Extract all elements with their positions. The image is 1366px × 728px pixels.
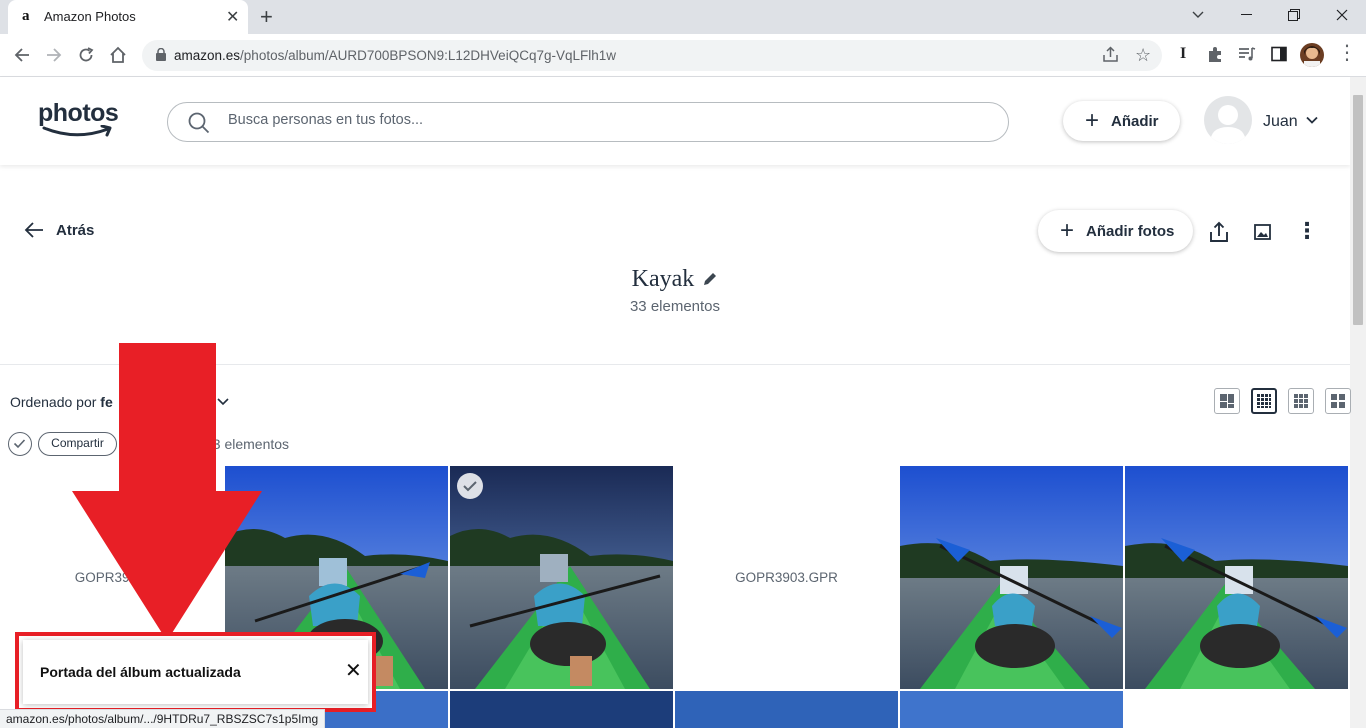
toast-close-icon[interactable]: ✕ [345,661,362,681]
profile-avatar-icon[interactable] [1300,43,1324,67]
home-icon[interactable] [106,43,130,67]
checkmark-icon [13,439,26,449]
photo-tile[interactable] [900,691,1123,728]
add-button[interactable]: + Añadir [1063,101,1180,141]
side-panel-icon[interactable] [1271,46,1287,67]
url-text: amazon.es/photos/album/AURD700BPSON9:L12… [174,48,616,63]
plus-icon: + [1085,107,1100,134]
reload-icon[interactable] [74,43,98,67]
logo-text: photos [38,99,119,127]
browser-toolbar: amazon.es/photos/album/AURD700BPSON9:L12… [0,34,1366,77]
scrollbar-thumb[interactable] [1353,95,1363,325]
window-controls [1174,0,1366,34]
layout-large-grid-icon[interactable] [1325,388,1351,414]
photo-tile[interactable] [675,691,898,728]
new-tab-plus-icon[interactable]: + [260,4,273,30]
back-arrow-icon[interactable] [10,43,34,67]
photo-tile[interactable]: GOPR3903.GPR [675,466,898,689]
search-input[interactable] [228,112,988,128]
extension-i-icon[interactable]: I [1180,45,1186,63]
amazon-photos-logo[interactable]: photos [38,99,119,137]
album-title-row: Kayak [0,266,1350,293]
browser-tab[interactable]: a Amazon Photos ✕ [8,0,248,34]
file-name-label: GOPR3903.GPR [675,466,898,689]
user-avatar[interactable] [1204,96,1252,144]
layout-medium-grid-icon[interactable] [1288,388,1314,414]
amazon-smile-icon [42,125,112,137]
toast-message: Portada del álbum actualizada [40,664,241,680]
user-name[interactable]: Juan [1263,113,1298,131]
selected-check-icon[interactable] [457,473,483,499]
select-all-checkbox[interactable] [8,432,32,456]
photo-tile[interactable] [450,691,673,728]
back-label: Atrás [56,221,95,239]
album-cover-icon[interactable] [1252,221,1274,243]
close-window-icon[interactable] [1318,0,1366,30]
page-scrollbar[interactable] [1350,77,1366,728]
share-page-icon[interactable] [1102,46,1119,67]
url-host: amazon.es [174,48,241,63]
search-bar[interactable] [167,102,1009,142]
tab-search-chevron-icon[interactable] [1174,0,1222,30]
toast-notification: Portada del álbum actualizada ✕ [23,640,368,704]
browser-menu-kebab-icon[interactable]: ⋮ [1337,43,1357,63]
layout-small-grid-icon[interactable] [1251,388,1277,414]
browser-tab-bar: a Amazon Photos ✕ + [0,0,1366,34]
red-arrow-annotation-icon [72,343,262,641]
plus-icon: + [1060,217,1075,244]
default-avatar-icon [1210,105,1246,144]
back-button[interactable]: Atrás [24,221,94,239]
forward-arrow-icon[interactable] [42,43,66,67]
more-options-kebab-icon[interactable]: ⋮ [1296,219,1318,243]
media-playlist-icon[interactable] [1238,46,1256,67]
grid-size-toggles [1214,388,1351,414]
restore-icon[interactable] [1270,0,1318,30]
add-button-label: Añadir [1111,112,1159,130]
minimize-icon[interactable] [1222,0,1270,30]
pencil-edit-icon[interactable] [702,271,718,287]
tab-title: Amazon Photos [44,9,136,24]
extensions-puzzle-icon[interactable] [1207,46,1224,68]
kayak-photo [1125,466,1348,689]
lock-icon [156,48,166,61]
toast-highlight-frame: Portada del álbum actualizada ✕ [15,632,376,712]
share-upload-icon[interactable] [1208,221,1230,243]
url-path: /photos/album/AURD700BPSON9:L12DHVeiQCq7… [240,48,616,63]
photo-tile[interactable] [1125,466,1348,689]
photo-tile[interactable] [900,466,1123,689]
layout-mosaic-icon[interactable] [1214,388,1240,414]
amazon-favicon-icon: a [22,8,30,24]
kayak-photo [900,466,1123,689]
address-bar[interactable]: amazon.es/photos/album/AURD700BPSON9:L12… [142,40,1162,71]
link-status-bar: amazon.es/photos/album/.../9HTDRu7_RBSZS… [0,709,326,728]
arrow-left-icon [24,222,43,238]
app-header: photos + Añadir Juan [0,77,1350,165]
album-item-count: 33 elementos [629,298,721,315]
add-photos-label: Añadir fotos [1086,222,1175,240]
chevron-down-icon[interactable] [1305,113,1319,127]
photo-tile-selected[interactable] [450,466,673,689]
search-icon [188,112,210,134]
bookmark-star-icon[interactable]: ☆ [1135,45,1151,66]
tab-close-icon[interactable]: ✕ [226,7,239,27]
kayak-photo [450,466,673,689]
album-title: Kayak [631,266,695,292]
add-photos-button[interactable]: + Añadir fotos [1038,210,1193,252]
